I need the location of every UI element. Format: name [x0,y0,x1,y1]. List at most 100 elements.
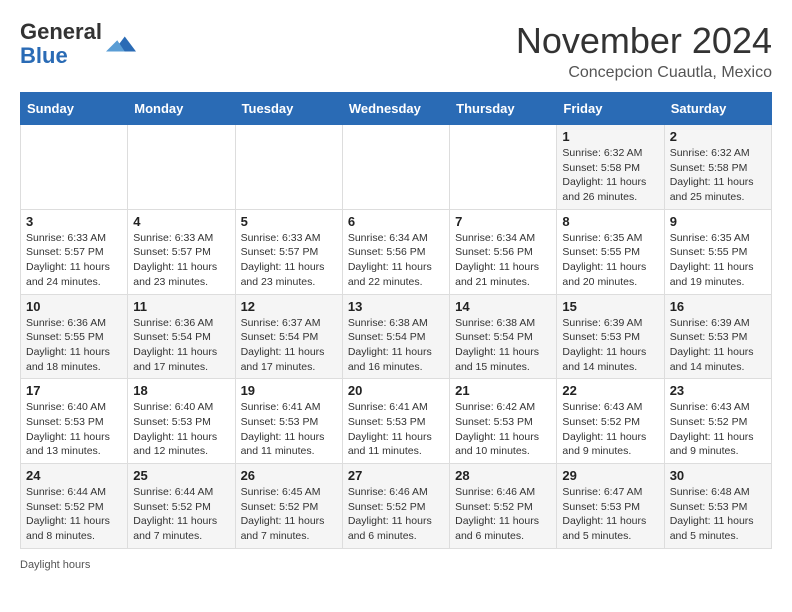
day-info: Sunrise: 6:33 AM Sunset: 5:57 PM Dayligh… [241,231,337,290]
calendar-week-row: 24 Sunrise: 6:44 AM Sunset: 5:52 PM Dayli… [21,464,772,549]
day-info: Sunrise: 6:36 AM Sunset: 5:54 PM Dayligh… [133,316,229,375]
day-number: 20 [348,383,444,398]
calendar-cell: 8 Sunrise: 6:35 AM Sunset: 5:55 PM Daylig… [557,209,664,294]
day-number: 3 [26,214,122,229]
day-info: Sunrise: 6:34 AM Sunset: 5:56 PM Dayligh… [348,231,444,290]
calendar-cell: 24Sunrise: 6:44 AM Sunset: 5:52 PM Dayli… [21,464,128,549]
calendar-table: SundayMondayTuesdayWednesdayThursdayFrid… [20,92,772,549]
day-info: Sunrise: 6:36 AM Sunset: 5:55 PM Dayligh… [26,316,122,375]
day-number: 14 [455,299,551,314]
calendar-day-header: Sunday [21,93,128,125]
day-info: Sunrise: 6:43 AM Sunset: 5:52 PM Dayligh… [670,400,766,459]
day-number: 17 [26,383,122,398]
calendar-day-header: Thursday [450,93,557,125]
calendar-cell: 16 Sunrise: 6:39 AM Sunset: 5:53 PM Dayli… [664,294,771,379]
day-info: Sunrise: 6:48 AM Sunset: 5:53 PM Dayligh… [670,485,766,544]
calendar-cell [235,125,342,210]
day-info: Sunrise: 6:37 AM Sunset: 5:54 PM Dayligh… [241,316,337,375]
day-info: Sunrise: 6:46 AM Sunset: 5:52 PM Dayligh… [348,485,444,544]
calendar-cell [450,125,557,210]
day-info: Sunrise: 6:38 AM Sunset: 5:54 PM Dayligh… [348,316,444,375]
day-info: Sunrise: 6:44 AM Sunset: 5:52 PM Dayligh… [133,485,229,544]
day-number: 12 [241,299,337,314]
day-number: 16 [670,299,766,314]
day-number: 9 [670,214,766,229]
month-title: November 2024 [516,20,772,62]
day-info: Sunrise: 6:33 AM Sunset: 5:57 PM Dayligh… [26,231,122,290]
calendar-day-header: Saturday [664,93,771,125]
day-number: 26 [241,468,337,483]
calendar-cell [128,125,235,210]
day-info: Sunrise: 6:43 AM Sunset: 5:52 PM Dayligh… [562,400,658,459]
day-number: 18 [133,383,229,398]
day-number: 4 [133,214,229,229]
day-number: 1 [562,129,658,144]
day-info: Sunrise: 6:45 AM Sunset: 5:52 PM Dayligh… [241,485,337,544]
calendar-cell: 12 Sunrise: 6:37 AM Sunset: 5:54 PM Dayli… [235,294,342,379]
calendar-cell: 2 Sunrise: 6:32 AM Sunset: 5:58 PM Daylig… [664,125,771,210]
day-number: 8 [562,214,658,229]
day-info: Sunrise: 6:33 AM Sunset: 5:57 PM Dayligh… [133,231,229,290]
calendar-cell [21,125,128,210]
calendar-day-header: Friday [557,93,664,125]
footer: Daylight hours [20,559,772,571]
day-number: 5 [241,214,337,229]
calendar-cell: 1Sunrise: 6:32 AM Sunset: 5:58 PM Daylig… [557,125,664,210]
day-number: 21 [455,383,551,398]
location: Concepcion Cuautla, Mexico [516,64,772,82]
day-info: Sunrise: 6:32 AM Sunset: 5:58 PM Dayligh… [670,146,766,205]
day-number: 2 [670,129,766,144]
day-number: 13 [348,299,444,314]
calendar-cell: 20 Sunrise: 6:41 AM Sunset: 5:53 PM Dayli… [342,379,449,464]
calendar-day-header: Tuesday [235,93,342,125]
calendar-cell: 23 Sunrise: 6:43 AM Sunset: 5:52 PM Dayli… [664,379,771,464]
calendar-cell: 6Sunrise: 6:34 AM Sunset: 5:56 PM Daylig… [342,209,449,294]
day-info: Sunrise: 6:46 AM Sunset: 5:52 PM Dayligh… [455,485,551,544]
day-number: 23 [670,383,766,398]
day-number: 30 [670,468,766,483]
calendar-cell: 21Sunrise: 6:42 AM Sunset: 5:53 PM Dayli… [450,379,557,464]
calendar-week-row: 1 Sunrise: 6:32 AM Sunset: 5:58 PM Daylig… [21,125,772,210]
day-number: 28 [455,468,551,483]
calendar-cell: 18 Sunrise: 6:40 AM Sunset: 5:53 PM Dayli… [128,379,235,464]
day-info: Sunrise: 6:40 AM Sunset: 5:53 PM Dayligh… [26,400,122,459]
day-number: 15 [562,299,658,314]
day-number: 29 [562,468,658,483]
page-header: General Blue November 2024 Concepcion Cu… [20,20,772,82]
calendar-cell: 4 Sunrise: 6:33 AM Sunset: 5:57 PM Daylig… [128,209,235,294]
calendar-cell: 9 Sunrise: 6:35 AM Sunset: 5:55 PM Daylig… [664,209,771,294]
calendar-cell: 14Sunrise: 6:38 AM Sunset: 5:54 PM Dayli… [450,294,557,379]
day-number: 19 [241,383,337,398]
day-info: Sunrise: 6:41 AM Sunset: 5:53 PM Dayligh… [241,400,337,459]
day-info: Sunrise: 6:39 AM Sunset: 5:53 PM Dayligh… [670,316,766,375]
day-info: Sunrise: 6:40 AM Sunset: 5:53 PM Dayligh… [133,400,229,459]
calendar-header-row: SundayMondayTuesdayWednesdayThursdayFrid… [21,93,772,125]
day-info: Sunrise: 6:34 AM Sunset: 5:56 PM Dayligh… [455,231,551,290]
day-info: Sunrise: 6:47 AM Sunset: 5:53 PM Dayligh… [562,485,658,544]
logo-icon [106,29,136,59]
calendar-week-row: 3 Sunrise: 6:33 AM Sunset: 5:57 PM Daylig… [21,209,772,294]
calendar-cell: 26 Sunrise: 6:45 AM Sunset: 5:52 PM Dayli… [235,464,342,549]
logo-text: General Blue [20,20,102,68]
day-number: 24 [26,468,122,483]
day-number: 27 [348,468,444,483]
day-info: Sunrise: 6:39 AM Sunset: 5:53 PM Dayligh… [562,316,658,375]
day-number: 22 [562,383,658,398]
calendar-cell: 30 Sunrise: 6:48 AM Sunset: 5:53 PM Dayli… [664,464,771,549]
day-info: Sunrise: 6:35 AM Sunset: 5:55 PM Dayligh… [670,231,766,290]
title-block: November 2024 Concepcion Cuautla, Mexico [516,20,772,82]
calendar-cell: 28 Sunrise: 6:46 AM Sunset: 5:52 PM Dayli… [450,464,557,549]
day-number: 10 [26,299,122,314]
calendar-cell: 19 Sunrise: 6:41 AM Sunset: 5:53 PM Dayli… [235,379,342,464]
calendar-cell: 13 Sunrise: 6:38 AM Sunset: 5:54 PM Dayli… [342,294,449,379]
calendar-cell: 15 Sunrise: 6:39 AM Sunset: 5:53 PM Dayli… [557,294,664,379]
calendar-cell: 3 Sunrise: 6:33 AM Sunset: 5:57 PM Daylig… [21,209,128,294]
calendar-cell: 7Sunrise: 6:34 AM Sunset: 5:56 PM Daylig… [450,209,557,294]
calendar-cell [342,125,449,210]
day-info: Sunrise: 6:35 AM Sunset: 5:55 PM Dayligh… [562,231,658,290]
calendar-cell: 27 Sunrise: 6:46 AM Sunset: 5:52 PM Dayli… [342,464,449,549]
day-info: Sunrise: 6:41 AM Sunset: 5:53 PM Dayligh… [348,400,444,459]
calendar-day-header: Wednesday [342,93,449,125]
day-number: 11 [133,299,229,314]
day-number: 25 [133,468,229,483]
